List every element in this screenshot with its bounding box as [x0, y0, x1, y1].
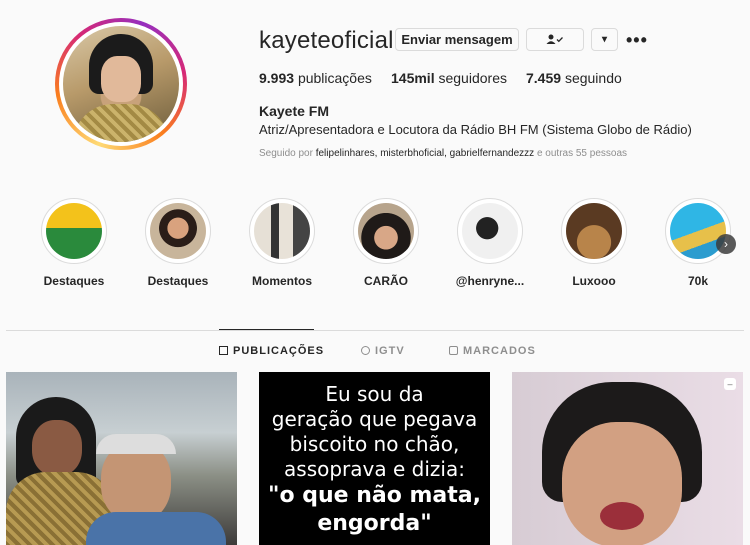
- highlight-label: 70k: [687, 274, 709, 288]
- profile-username: kayeteoficial: [259, 27, 394, 54]
- highlight-ring: [561, 198, 627, 264]
- highlight-item[interactable]: 70k: [665, 198, 731, 288]
- following-count-label: seguindo: [564, 70, 622, 86]
- profile-bio: Atriz/Apresentadora e Locutora da Rádio …: [259, 122, 692, 137]
- highlight-cover: [462, 203, 518, 259]
- post-thumbnail[interactable]: ‒: [512, 372, 743, 545]
- post-person2-shirt: [86, 512, 226, 545]
- highlight-cover: [254, 203, 310, 259]
- following-count[interactable]: 7.459 seguindo: [526, 70, 622, 86]
- tabs-divider: [6, 330, 744, 331]
- highlight-item[interactable]: CARÃO: [353, 198, 419, 288]
- followers-count-label: seguidores: [438, 70, 507, 86]
- multiple-posts-icon: ‒: [724, 378, 736, 390]
- highlight-item[interactable]: Luxooo: [561, 198, 627, 288]
- followed-by-prefix: Seguido por: [259, 148, 313, 159]
- quote-line-bold: "o que não mata,: [268, 483, 481, 508]
- chevron-down-icon: ▾: [601, 34, 608, 45]
- post-person-mouth: [600, 502, 644, 530]
- tagged-icon: [449, 346, 458, 355]
- highlight-item[interactable]: Destaques: [41, 198, 107, 288]
- highlight-ring: [249, 198, 315, 264]
- highlight-item[interactable]: @henryne...: [456, 198, 524, 288]
- highlight-label: Momentos: [252, 274, 312, 288]
- avatar-border: [59, 22, 183, 146]
- highlight-ring: [353, 198, 419, 264]
- post-thumbnail[interactable]: [6, 372, 237, 545]
- profile-full-name: Kayete FM: [259, 103, 330, 119]
- highlight-cover: [150, 203, 206, 259]
- quote-line: biscoito no chão,: [289, 432, 460, 456]
- suggestions-dropdown-button[interactable]: ▾: [591, 28, 618, 51]
- highlight-item[interactable]: Momentos: [249, 198, 315, 288]
- highlight-cover: [46, 203, 102, 259]
- highlight-ring: [145, 198, 211, 264]
- posts-count: 9.993 publicações: [259, 70, 372, 86]
- followed-by[interactable]: Seguido por felipelinhares, misterbhofic…: [259, 148, 627, 159]
- followers-count-value: 145mil: [391, 70, 435, 86]
- person-check-icon: [546, 34, 563, 44]
- highlight-label: @henryne...: [455, 274, 525, 288]
- post-person2-face: [101, 442, 171, 522]
- highlight-ring: [665, 198, 731, 264]
- posts-count-label: publicações: [297, 70, 372, 86]
- tab-posts[interactable]: PUBLICAÇÕES: [219, 345, 324, 357]
- highlight-cover: [358, 203, 414, 259]
- tab-igtv-label: IGTV: [375, 345, 405, 357]
- quote-line: assoprava e dizia:: [284, 457, 465, 481]
- tab-tagged[interactable]: MARCADOS: [449, 345, 536, 357]
- chevron-right-icon[interactable]: ›: [716, 234, 736, 254]
- highlight-cover: [566, 203, 622, 259]
- following-button[interactable]: [526, 28, 584, 51]
- tab-igtv[interactable]: IGTV: [361, 345, 405, 357]
- avatar-face: [101, 56, 141, 102]
- more-options-icon[interactable]: •••: [626, 30, 648, 51]
- highlight-label: Luxooo: [572, 274, 616, 288]
- followers-count[interactable]: 145mil seguidores: [391, 70, 507, 86]
- post-person-face: [32, 420, 82, 476]
- post-person2-hair: [96, 434, 176, 454]
- avatar-image: [63, 26, 179, 142]
- posts-count-value: 9.993: [259, 70, 295, 86]
- profile-avatar[interactable]: [55, 18, 187, 150]
- highlight-ring: [41, 198, 107, 264]
- following-count-value: 7.459: [526, 70, 562, 86]
- tab-tagged-label: MARCADOS: [463, 345, 536, 357]
- igtv-icon: [361, 346, 370, 355]
- send-message-button[interactable]: Enviar mensagem: [395, 28, 519, 51]
- active-tab-indicator: [219, 329, 314, 330]
- highlight-label: CARÃO: [364, 274, 408, 288]
- quote-line: Eu sou da: [325, 382, 424, 406]
- highlight-ring: [457, 198, 523, 264]
- post-thumbnail[interactable]: Eu sou da geração que pegava biscoito no…: [259, 372, 490, 545]
- avatar-dress: [73, 104, 169, 142]
- quote-line-bold: engorda": [317, 511, 432, 536]
- grid-icon: [219, 346, 228, 355]
- tab-posts-label: PUBLICAÇÕES: [233, 345, 325, 357]
- followed-by-names: felipelinhares, misterbhoficial, gabriel…: [315, 148, 535, 159]
- quote-line: geração que pegava: [271, 407, 478, 431]
- post-quote-text: Eu sou da geração que pegava biscoito no…: [259, 382, 490, 538]
- highlight-item[interactable]: Destaques: [145, 198, 211, 288]
- highlight-label: Destaques: [147, 274, 209, 288]
- highlight-label: Destaques: [43, 274, 105, 288]
- followed-by-suffix: e outras 55 pessoas: [536, 148, 628, 159]
